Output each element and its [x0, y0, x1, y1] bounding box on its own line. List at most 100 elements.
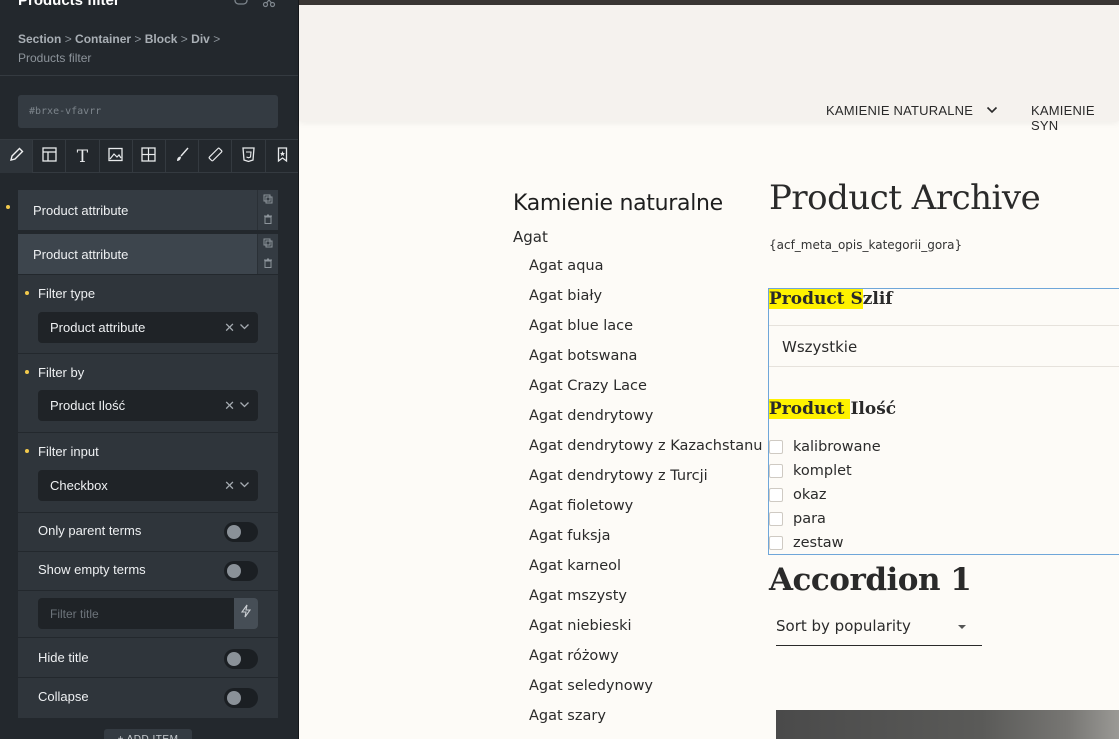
- szlif-select[interactable]: Wszystkie: [769, 325, 1119, 367]
- category-link[interactable]: Agat niebieski: [529, 618, 632, 634]
- changed-indicator: [25, 449, 29, 453]
- toggle-icon[interactable]: [234, 0, 248, 8]
- category-link[interactable]: Agat botswana: [529, 348, 637, 364]
- scissors-icon[interactable]: [262, 0, 276, 8]
- clear-icon[interactable]: ✕: [224, 478, 235, 494]
- product-image[interactable]: [776, 710, 1119, 739]
- checkbox[interactable]: [769, 488, 783, 502]
- control-tabs: T: [0, 139, 299, 173]
- setting-collapse: Collapse: [18, 678, 278, 718]
- duplicate-icon[interactable]: [263, 235, 273, 253]
- breadcrumb-div[interactable]: Div: [191, 32, 210, 46]
- chevron-down-icon[interactable]: [986, 103, 998, 115]
- tab-typography[interactable]: T: [66, 140, 100, 173]
- builder-panel: Products filter Section > Container > Bl…: [0, 0, 299, 739]
- breadcrumb-block[interactable]: Block: [145, 32, 178, 46]
- category-link[interactable]: Agat Crazy Lace: [529, 378, 647, 394]
- filter-input-label: Filter input: [38, 444, 99, 459]
- category-link[interactable]: Agat dendrytowy z Turcji: [529, 468, 708, 484]
- bookmark-icon: [274, 146, 291, 168]
- show-empty-terms-label: Show empty terms: [38, 562, 146, 577]
- trash-icon[interactable]: [263, 211, 273, 229]
- categories-title: Kamienie naturalne: [513, 191, 723, 216]
- checkbox[interactable]: [769, 464, 783, 478]
- category-link[interactable]: Agat szary: [529, 708, 606, 724]
- only-parent-terms-toggle[interactable]: [224, 522, 258, 542]
- category-link[interactable]: Agat seledynowy: [529, 678, 653, 694]
- setting-show-empty-terms: Show empty terms: [18, 552, 278, 591]
- category-parent-link[interactable]: Agat: [513, 228, 548, 246]
- element-id-field[interactable]: #brxe-vfavrr: [18, 95, 278, 128]
- checkbox-option[interactable]: zestaw: [769, 534, 844, 552]
- checkbox[interactable]: [769, 512, 783, 526]
- clear-icon[interactable]: ✕: [224, 320, 235, 336]
- filter-title-szlif: Product Szlif: [769, 289, 893, 309]
- show-empty-terms-toggle[interactable]: [224, 561, 258, 581]
- category-link[interactable]: Agat dendrytowy: [529, 408, 653, 424]
- category-link[interactable]: Agat mszysty: [529, 588, 627, 604]
- category-link[interactable]: Agat blue lace: [529, 318, 633, 334]
- tab-attributes[interactable]: [266, 140, 299, 173]
- trash-icon[interactable]: [263, 255, 273, 273]
- checkbox[interactable]: [769, 536, 783, 550]
- category-description: {acf_meta_opis_kategorii_gora}: [769, 238, 963, 252]
- category-link[interactable]: Agat różowy: [529, 648, 619, 664]
- filter-type-value: Product attribute: [50, 320, 146, 335]
- filter-input-select[interactable]: Checkbox ✕: [38, 470, 258, 501]
- filter-title-input[interactable]: [38, 598, 234, 629]
- filter-title-highlight: Product: [769, 399, 851, 419]
- archive-title: Product Archive: [769, 178, 1041, 218]
- checkbox-option[interactable]: para: [769, 510, 826, 528]
- changed-indicator: [25, 370, 29, 374]
- category-link[interactable]: Agat dendrytowy z Kazachstanu: [529, 438, 763, 454]
- setting-filter-by: Filter by Product Ilość ✕: [18, 354, 278, 433]
- layout-icon: [41, 146, 58, 168]
- clear-icon[interactable]: ✕: [224, 398, 235, 414]
- breadcrumb-container[interactable]: Container: [75, 32, 131, 46]
- tab-size[interactable]: [199, 140, 233, 173]
- dynamic-data-button[interactable]: [234, 598, 258, 629]
- category-link[interactable]: Agat fuksja: [529, 528, 610, 544]
- category-link[interactable]: Agat karneol: [529, 558, 621, 574]
- tab-border[interactable]: [133, 140, 166, 173]
- tab-css[interactable]: [232, 140, 266, 173]
- nav-item-kamienie-syntetyczne[interactable]: KAMIENIE SYN: [1031, 103, 1119, 133]
- tab-background[interactable]: [100, 140, 133, 173]
- tab-layout[interactable]: [33, 140, 67, 173]
- collapse-toggle[interactable]: [224, 688, 258, 708]
- filter-type-label: Filter type: [38, 286, 96, 301]
- filter-by-select[interactable]: Product Ilość ✕: [38, 390, 258, 421]
- category-link[interactable]: Agat biały: [529, 288, 602, 304]
- products-filter-selected[interactable]: Product Szlif Wszystkie Product Ilość ka…: [768, 288, 1119, 555]
- checkbox-option[interactable]: kalibrowane: [769, 438, 881, 456]
- repeater-item-1[interactable]: Product attribute: [18, 190, 257, 230]
- duplicate-icon[interactable]: [263, 191, 273, 209]
- category-link[interactable]: Agat aqua: [529, 258, 603, 274]
- repeater-item-2[interactable]: Product attribute: [18, 234, 257, 274]
- image-icon: [107, 146, 124, 168]
- collapse-label: Collapse: [38, 689, 89, 704]
- checkbox-option[interactable]: komplet: [769, 462, 852, 480]
- tab-content[interactable]: [0, 140, 34, 173]
- hide-title-label: Hide title: [38, 650, 89, 665]
- panel-header-actions: [234, 0, 276, 8]
- text-icon: T: [76, 146, 89, 167]
- sort-select[interactable]: Sort by popularity: [776, 608, 982, 646]
- tab-effects[interactable]: [166, 140, 200, 173]
- chevron-down-icon: [239, 398, 250, 413]
- grid-icon: [140, 146, 157, 168]
- breadcrumb: Section > Container > Block > Div > Prod…: [18, 32, 221, 65]
- breadcrumb-section[interactable]: Section: [18, 32, 61, 46]
- filter-by-value: Product Ilość: [50, 398, 126, 413]
- setting-only-parent-terms: Only parent terms: [18, 513, 278, 552]
- filter-title-highlight: Product S: [769, 289, 863, 309]
- breadcrumb-current: Products filter: [18, 51, 92, 65]
- checkbox[interactable]: [769, 440, 783, 454]
- filter-type-select[interactable]: Product attribute ✕: [38, 312, 258, 343]
- category-link[interactable]: Agat fioletowy: [529, 498, 633, 514]
- add-item-button[interactable]: + ADD ITEM: [104, 729, 192, 739]
- nav-item-kamienie-naturalne[interactable]: KAMIENIE NATURALNE: [826, 103, 973, 118]
- hide-title-toggle[interactable]: [224, 649, 258, 669]
- checkbox-option[interactable]: okaz: [769, 486, 827, 504]
- accordion-title: Accordion 1: [769, 562, 972, 598]
